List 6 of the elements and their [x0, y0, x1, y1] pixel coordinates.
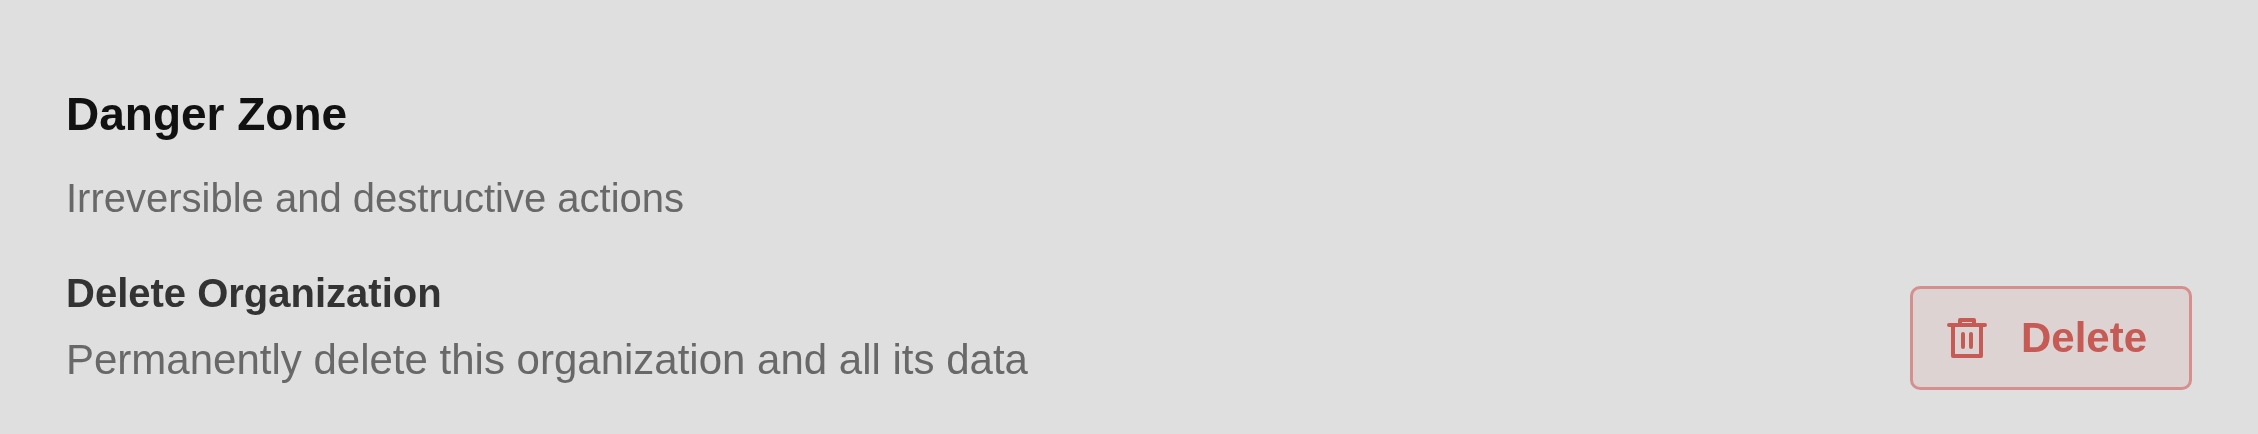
- action-description: Permanently delete this organization and all its data: [66, 335, 1028, 385]
- action-title: Delete Organization: [66, 270, 443, 317]
- delete-button[interactable]: Delete: [1909, 286, 2192, 390]
- section-subtitle: Irreversible and destructive actions: [66, 175, 686, 222]
- section-title: Danger Zone: [66, 87, 349, 142]
- trash-icon: [1946, 316, 1987, 360]
